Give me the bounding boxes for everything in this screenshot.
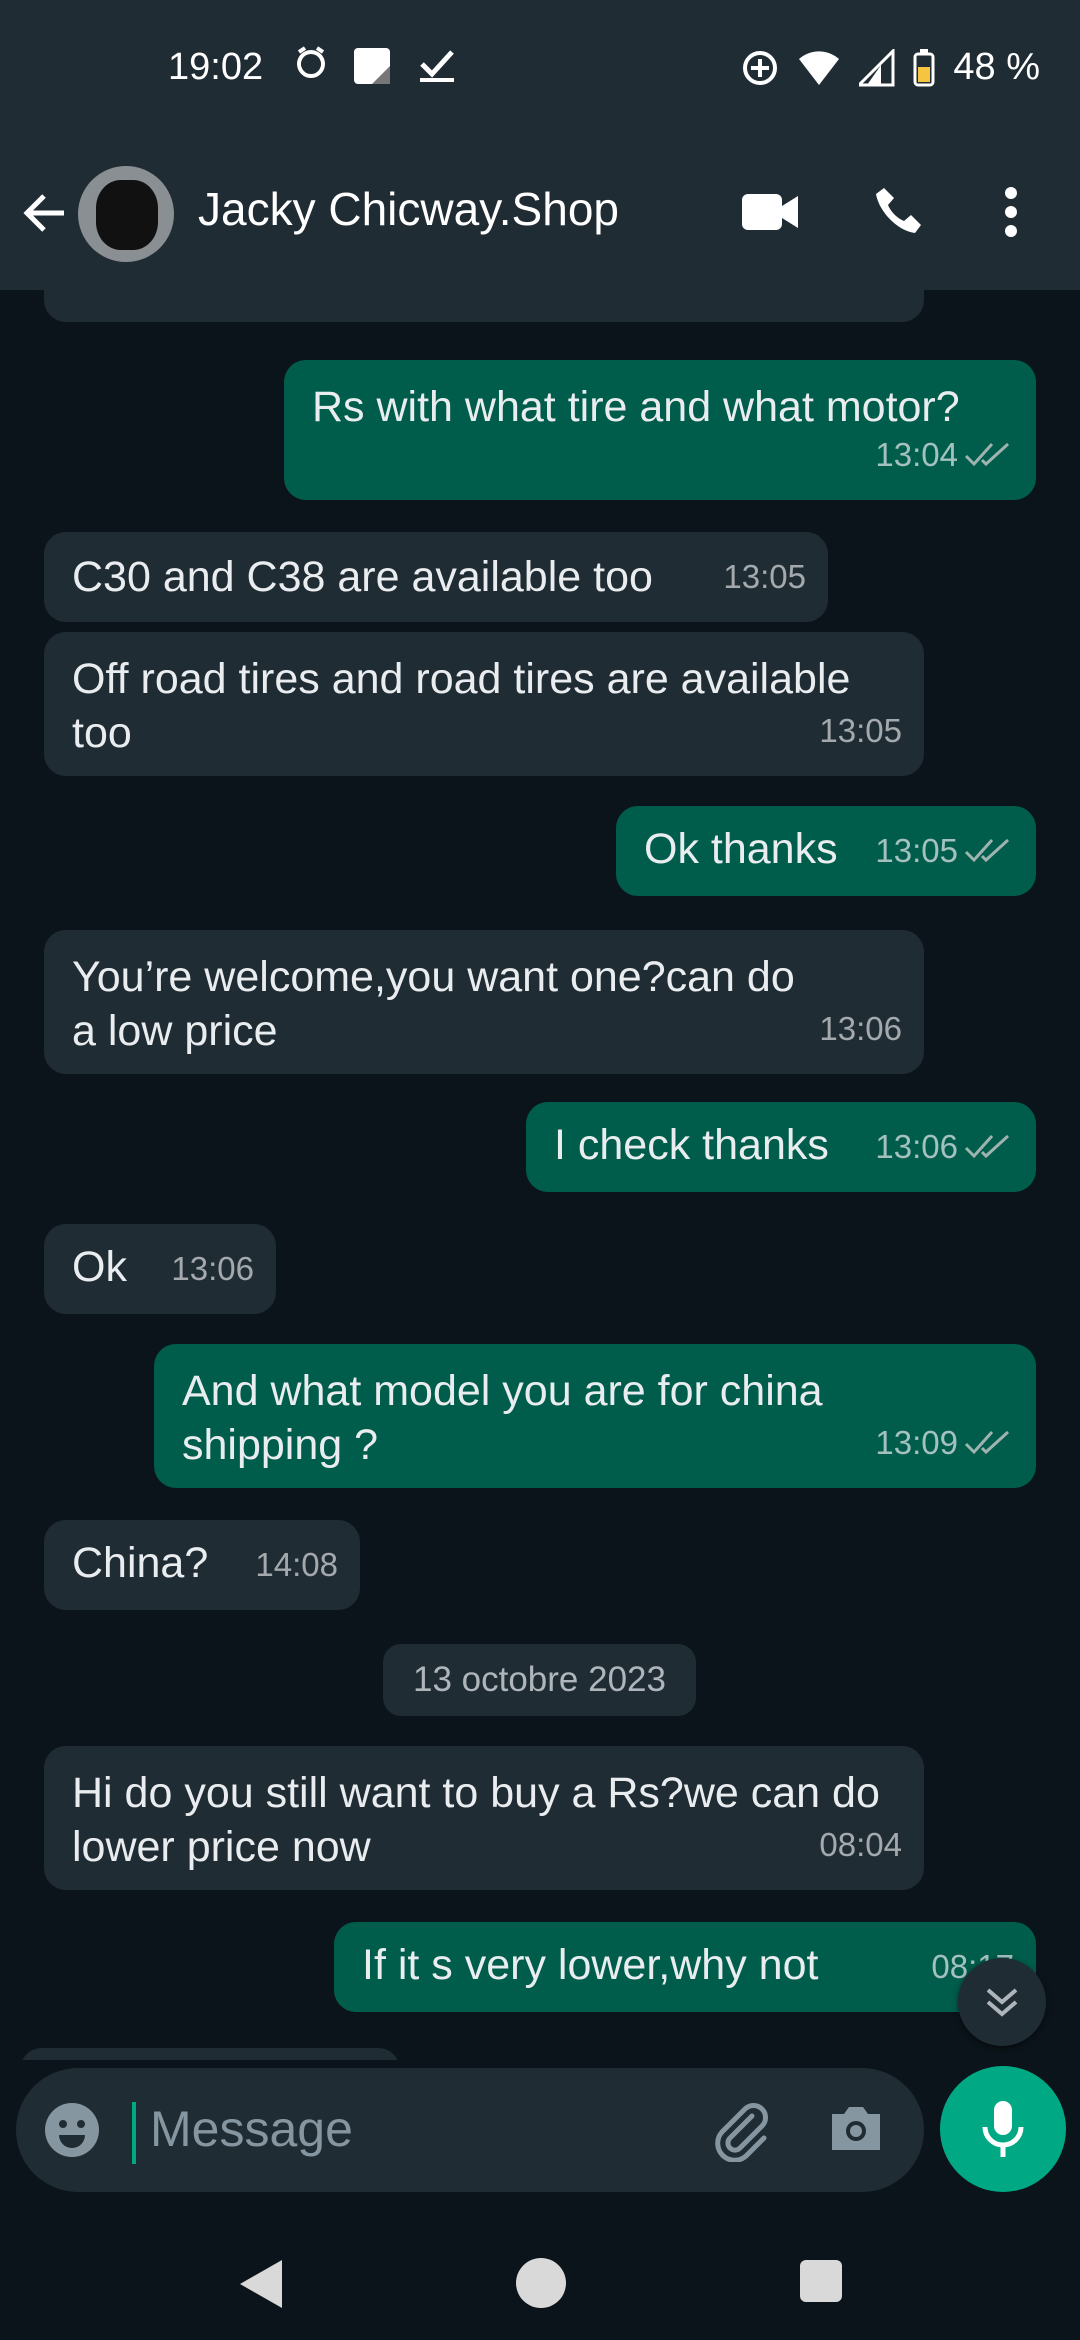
message-in-partial <box>20 2048 400 2060</box>
camera-icon[interactable] <box>826 2098 886 2158</box>
text-caret <box>132 2102 136 2164</box>
message-out[interactable]: And what model you are for china shippin… <box>154 1344 1036 1488</box>
scroll-down-button[interactable] <box>958 1958 1046 2046</box>
battery-icon <box>913 48 935 86</box>
message-in[interactable]: Off road tires and road tires are availa… <box>44 632 924 776</box>
message-in[interactable]: China? 14:08 <box>44 1520 360 1610</box>
status-bar: 19:02 48 % <box>0 0 1080 140</box>
read-ticks-icon <box>964 1134 1010 1159</box>
battery-percent: 48 % <box>953 46 1040 88</box>
chat-area[interactable]: while 13:02 Rs with what tire and what m… <box>0 290 1080 2060</box>
attach-icon[interactable] <box>708 2098 772 2162</box>
message-out[interactable]: I check thanks 13:06 <box>526 1102 1036 1192</box>
chat-header: Jacky Chicway.Shop <box>0 160 1080 270</box>
mic-icon <box>982 2101 1024 2157</box>
system-nav-bar <box>0 2214 1080 2340</box>
message-in[interactable]: Ok 13:06 <box>44 1224 276 1314</box>
signal-icon <box>859 48 895 86</box>
top-bar: 19:02 48 % Jacky Chicway.Shop <box>0 0 1080 290</box>
more-vert-icon[interactable] <box>1004 186 1018 238</box>
alarm-icon <box>297 46 325 78</box>
nav-recents-icon[interactable] <box>800 2260 842 2302</box>
back-arrow-icon[interactable] <box>20 188 70 238</box>
nav-back-icon[interactable] <box>236 2258 286 2310</box>
read-ticks-icon <box>964 1430 1010 1455</box>
hotspot-icon <box>743 50 778 85</box>
date-separator: 13 octobre 2023 <box>383 1644 696 1716</box>
wifi-icon <box>799 50 840 85</box>
video-call-icon[interactable] <box>740 190 800 234</box>
status-time: 19:02 <box>168 46 264 88</box>
checkmark-icon <box>420 50 454 82</box>
message-in[interactable]: C30 and C38 are available too 13:05 <box>44 532 828 622</box>
message-in[interactable]: Hi do you still want to buy a Rs?we can … <box>44 1746 924 1890</box>
read-ticks-icon <box>964 838 1010 863</box>
message-out[interactable]: Rs with what tire and what motor? 13:04 <box>284 360 1036 500</box>
message-in[interactable]: You’re welcome,you want one?can do a low… <box>44 930 924 1074</box>
message-input[interactable]: Message <box>150 2100 353 2158</box>
message-in[interactable]: while 13:02 <box>44 290 924 322</box>
nav-home-icon[interactable] <box>516 2258 566 2308</box>
phone-icon[interactable] <box>872 184 926 238</box>
message-out[interactable]: If it s very lower,why not 08:17 <box>334 1922 1036 2012</box>
message-composer[interactable]: Message <box>16 2068 924 2192</box>
contact-name[interactable]: Jacky Chicway.Shop <box>198 182 619 236</box>
notes-icon <box>354 48 390 84</box>
double-chevron-down-icon <box>986 1988 1018 2017</box>
avatar[interactable] <box>78 166 174 262</box>
message-out[interactable]: Ok thanks 13:05 <box>616 806 1036 896</box>
mic-button[interactable] <box>940 2066 1066 2192</box>
read-ticks-icon <box>964 442 1010 467</box>
emoji-icon[interactable] <box>42 2100 102 2160</box>
